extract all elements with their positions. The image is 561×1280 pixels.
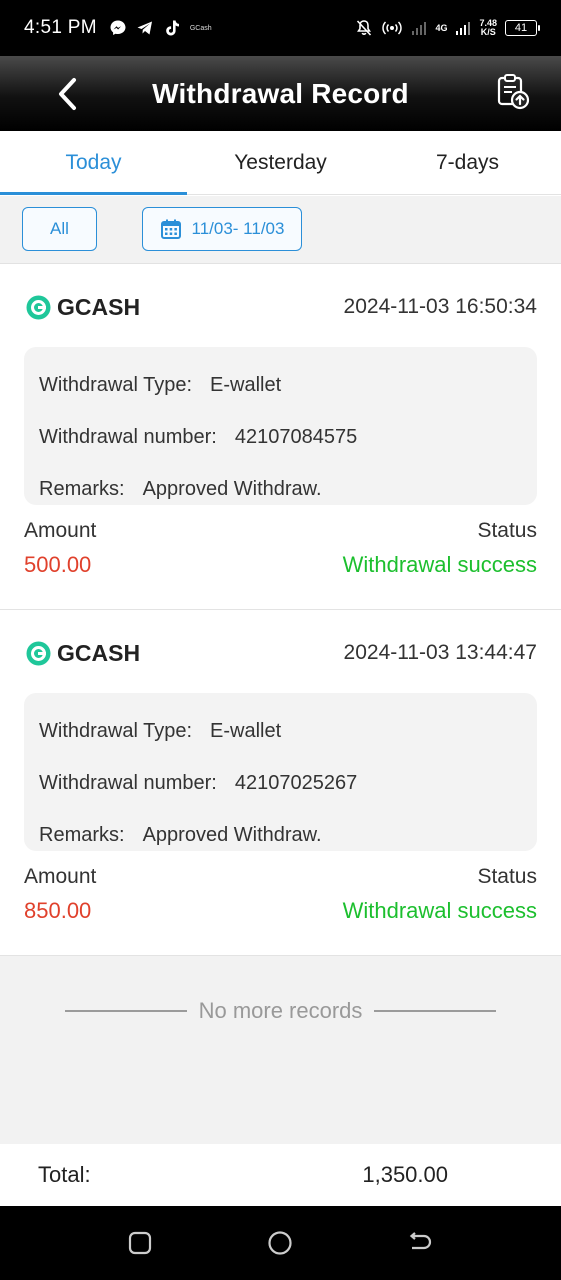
remarks-value: Approved Withdraw. (142, 823, 322, 846)
status-label: Status (477, 519, 537, 542)
record-details: Withdrawal Type: E-wallet Withdrawal numb… (24, 347, 537, 505)
record-details: Withdrawal Type: E-wallet Withdrawal numb… (24, 693, 537, 851)
battery-icon: 41 (505, 20, 540, 36)
recent-apps-button[interactable] (127, 1230, 153, 1256)
withdrawal-type-value: E-wallet (210, 373, 282, 396)
signal-strength-icon (456, 22, 471, 35)
export-record-button[interactable] (493, 72, 533, 112)
amount-value: 850.00 (24, 898, 92, 923)
provider-name: GCASH (57, 293, 141, 320)
circle-icon (268, 1231, 292, 1255)
list-end: No more records (0, 956, 561, 1144)
notification-icons: GCash (109, 19, 212, 37)
remarks-value: Approved Withdraw. (142, 477, 322, 500)
clipboard-upload-icon (497, 74, 530, 110)
no-more-records-text: No more records (198, 998, 363, 1023)
withdrawal-number-value: 42107084575 (234, 425, 358, 448)
provider-name: GCASH (57, 639, 141, 666)
withdrawal-type-value: E-wallet (210, 719, 282, 742)
tab-yesterday[interactable]: Yesterday (187, 131, 374, 194)
total-bar: Total: 1,350.00 (0, 1144, 561, 1206)
record-datetime: 2024-11-03 13:44:47 (343, 641, 537, 664)
amount-label: Amount (24, 519, 97, 542)
remarks-label: Remarks: (39, 823, 125, 846)
withdrawal-type-label: Withdrawal Type: (39, 719, 193, 742)
system-nav-bar (0, 1206, 561, 1280)
record-datetime: 2024-11-03 16:50:34 (343, 295, 537, 318)
back-button[interactable] (50, 74, 84, 114)
signal-icon (412, 22, 427, 35)
status-value: Withdrawal success (342, 552, 537, 577)
battery-level: 41 (514, 22, 528, 34)
messenger-icon (110, 20, 126, 35)
mute-icon (357, 20, 372, 36)
gcash-logo-icon (26, 641, 51, 665)
home-button[interactable] (267, 1230, 293, 1256)
status-bar: 4:51 PM GCash 4G 7.48 K/S 41 (0, 0, 561, 56)
tab-7-days[interactable]: 7-days (374, 131, 561, 194)
network-speed-unit: K/S (480, 27, 496, 37)
filter-bar: All 11/03- 11/03 (0, 196, 561, 264)
status-time: 4:51 PM (24, 17, 97, 38)
status-value: Withdrawal success (342, 898, 537, 923)
withdrawal-record: GCASH 2024-11-03 16:50:34 Withdrawal Typ… (0, 264, 561, 610)
divider (374, 1010, 496, 1012)
withdrawal-number-label: Withdrawal number: (39, 425, 217, 448)
date-tabs: Today Yesterday 7-days (0, 131, 561, 195)
network-speed: 7.48 K/S (479, 19, 497, 37)
withdrawal-number-value: 42107025267 (234, 771, 358, 794)
system-back-button[interactable] (407, 1230, 433, 1256)
telegram-icon (137, 21, 152, 35)
total-label: Total: (38, 1162, 91, 1187)
date-range-button[interactable]: 11/03- 11/03 (142, 207, 302, 251)
chevron-left-icon (59, 78, 76, 110)
tab-today[interactable]: Today (0, 131, 187, 195)
network-type-label: 4G (435, 22, 448, 33)
app-header: Withdrawal Record (0, 56, 561, 131)
withdrawal-record: GCASH 2024-11-03 13:44:47 Withdrawal Typ… (0, 610, 561, 956)
tiktok-icon (166, 20, 179, 36)
amount-value: 500.00 (24, 552, 92, 577)
divider (65, 1010, 187, 1012)
date-range-label: 11/03- 11/03 (191, 219, 285, 238)
back-arrow-icon (409, 1232, 432, 1250)
total-value: 1,350.00 (362, 1162, 448, 1187)
hotspot-icon (382, 21, 403, 35)
app-notification-label: GCash (189, 24, 212, 32)
gcash-logo-icon (26, 295, 51, 319)
status-label: Status (477, 865, 537, 888)
amount-label: Amount (24, 865, 97, 888)
page-title: Withdrawal Record (152, 77, 409, 109)
remarks-label: Remarks: (39, 477, 125, 500)
withdrawal-number-label: Withdrawal number: (39, 771, 217, 794)
withdrawal-type-label: Withdrawal Type: (39, 373, 193, 396)
square-icon (128, 1231, 152, 1255)
filter-all-button[interactable]: All (22, 207, 97, 251)
calendar-icon (160, 219, 181, 239)
